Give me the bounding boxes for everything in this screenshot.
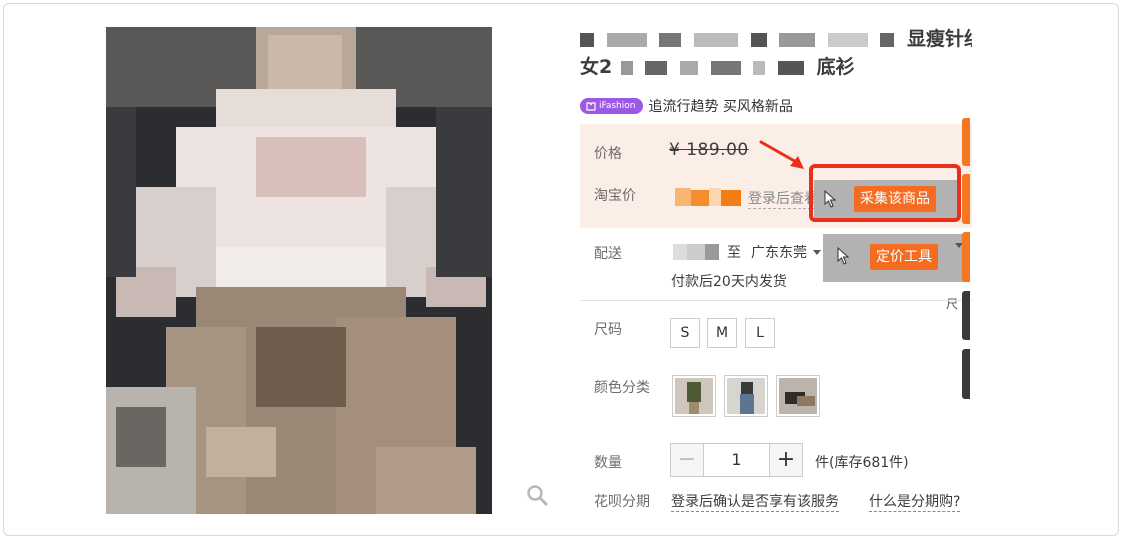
product-title: 显瘦针织衫 女2 底衫 — [580, 26, 972, 82]
delivery-time: 付款后20天内发货 — [671, 274, 787, 290]
thumb-olive-top — [675, 378, 713, 414]
zoom-icon[interactable] — [526, 484, 548, 506]
color-label: 颜色分类 — [594, 380, 650, 396]
redacted-block — [880, 32, 895, 47]
ifashion-slogan: 追流行趋势 买风格新品 — [648, 99, 793, 115]
stock-info: 件(库存681件) — [815, 455, 909, 471]
color-option-1[interactable] — [672, 375, 716, 417]
quantity-decrease-button[interactable]: − — [670, 443, 704, 477]
redacted-block — [659, 32, 682, 47]
chevron-down-icon[interactable] — [813, 249, 821, 255]
size-option-m[interactable]: M — [707, 318, 737, 348]
redacted-block — [680, 60, 699, 75]
redacted-block — [710, 60, 741, 75]
title-line2-prefix: 女2 — [580, 56, 613, 78]
original-price: ¥ 189.00 — [669, 140, 749, 160]
size-label: 尺码 — [594, 322, 622, 338]
currency-symbol: ¥ — [669, 140, 681, 160]
quantity-input[interactable]: 1 — [703, 443, 770, 477]
redacted-block — [620, 60, 633, 75]
ifashion-tag[interactable]: iFashion 追流行趋势 买风格新品 — [580, 96, 793, 116]
cursor-icon — [837, 247, 850, 265]
red-arrow-icon — [759, 140, 804, 169]
truncated-text: 尺 — [946, 297, 959, 311]
side-tab[interactable] — [962, 174, 970, 224]
installment-help-link[interactable]: 什么是分期购? — [869, 491, 961, 512]
thumb-sitting — [779, 378, 817, 414]
pricing-tool-button[interactable]: 定价工具 — [870, 244, 938, 270]
redacted-block — [606, 32, 647, 47]
redacted-block — [779, 32, 816, 47]
size-option-s[interactable]: S — [670, 318, 700, 348]
side-tab[interactable] — [962, 232, 970, 282]
title-line1-suffix: 显瘦针织衫 — [907, 28, 972, 50]
redacted-block — [827, 32, 868, 47]
taobao-price-redacted — [675, 188, 741, 206]
size-option-l[interactable]: L — [745, 318, 775, 348]
side-tab[interactable] — [962, 118, 970, 166]
taobao-price-label: 淘宝价 — [594, 188, 636, 204]
ifashion-badge: iFashion — [580, 98, 644, 114]
installment-login-link[interactable]: 登录后确认是否享有该服务 — [671, 491, 839, 512]
shipping-to: 至 — [727, 245, 741, 261]
highlight-box — [809, 164, 961, 222]
redacted-block — [645, 60, 668, 75]
shipping-destination[interactable]: 广东东莞 — [751, 242, 807, 262]
side-tab[interactable] — [962, 291, 970, 340]
title-line2-suffix: 底衫 — [816, 56, 855, 78]
section-divider — [580, 300, 972, 301]
redacted-block — [777, 60, 804, 75]
pixelated-photo — [106, 27, 492, 514]
side-tab[interactable] — [962, 349, 970, 399]
thumb-jeans — [727, 378, 765, 414]
original-price-value: 189.00 — [686, 140, 749, 160]
quantity-increase-button[interactable]: + — [769, 443, 803, 477]
origin-redacted — [673, 244, 719, 260]
ifashion-badge-label: iFashion — [599, 101, 636, 111]
redacted-block — [753, 60, 766, 75]
redacted-block — [580, 32, 594, 47]
shipping-route: 至 广东东莞 — [671, 242, 827, 262]
redacted-block — [750, 32, 767, 47]
redacted-block — [693, 32, 738, 47]
installment-label: 花呗分期 — [594, 494, 650, 510]
shipping-label: 配送 — [594, 246, 622, 262]
color-option-2[interactable] — [724, 375, 768, 417]
color-option-3[interactable] — [776, 375, 820, 417]
product-main-image[interactable] — [106, 27, 492, 514]
ifashion-logo-icon — [586, 101, 596, 111]
quantity-label: 数量 — [594, 455, 622, 471]
price-label: 价格 — [594, 146, 622, 162]
